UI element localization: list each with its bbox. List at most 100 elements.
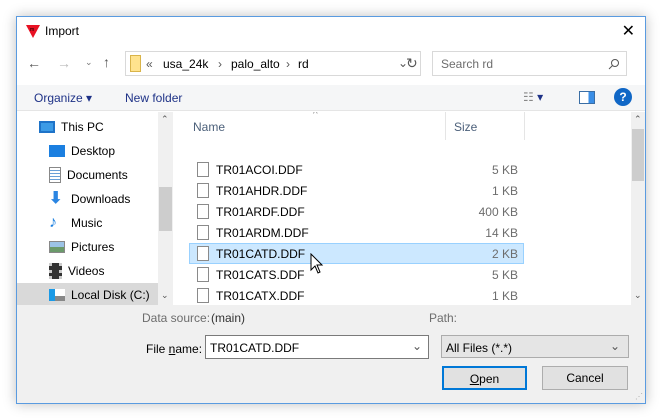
nav-label: Local Disk (C:) xyxy=(71,288,150,302)
path-label: Path: xyxy=(429,311,458,325)
file-row[interactable]: TR01AHDR.DDF 1 KB xyxy=(189,180,524,201)
file-type-value: All Files (*.*) xyxy=(446,341,513,355)
file-row[interactable]: TR01CATD.DDF 2 KB xyxy=(189,243,524,264)
file-name: TR01CATS.DDF xyxy=(216,267,305,282)
recent-locations-chevron-icon[interactable]: ⌄ xyxy=(85,57,93,68)
column-header-name[interactable]: Name xyxy=(175,112,446,140)
file-icon xyxy=(197,183,209,198)
file-name: TR01ACOI.DDF xyxy=(216,162,303,177)
organize-button[interactable]: Organize ▾ xyxy=(34,91,92,105)
nav-label: Documents xyxy=(67,168,128,182)
file-row[interactable]: TR01CATX.DDF 1 KB xyxy=(189,285,524,305)
cancel-button[interactable]: Cancel xyxy=(542,366,628,390)
nav-scrollbar[interactable]: ⌃ ⌄ xyxy=(158,112,173,305)
desktop-icon xyxy=(49,145,65,157)
documents-icon xyxy=(49,167,61,183)
window-title: Import xyxy=(45,24,80,38)
preview-pane-icon[interactable] xyxy=(579,91,595,104)
file-name: TR01CATX.DDF xyxy=(216,288,305,303)
nav-item-documents[interactable]: Documents xyxy=(17,163,158,187)
pc-icon xyxy=(39,121,55,133)
nav-item-pictures[interactable]: Pictures xyxy=(17,235,158,259)
crumb-palo-alto[interactable]: palo_alto xyxy=(231,57,280,71)
file-size: 400 KB xyxy=(478,204,518,219)
search-placeholder: Search rd xyxy=(441,57,494,71)
file-icon xyxy=(197,288,209,303)
file-size: 5 KB xyxy=(491,162,518,177)
forward-button[interactable]: → xyxy=(57,55,71,71)
file-size: 14 KB xyxy=(485,225,518,240)
file-row[interactable]: TR01ACOI.DDF 5 KB xyxy=(189,159,524,180)
pictures-icon xyxy=(49,241,65,253)
search-icon xyxy=(608,59,619,70)
file-name: TR01ARDF.DDF xyxy=(216,204,305,219)
resize-grip-icon[interactable]: ⋰ xyxy=(635,392,643,401)
file-icon xyxy=(197,204,209,219)
file-name-dropdown-icon[interactable]: ⌄ xyxy=(412,339,422,353)
file-name: TR01AHDR.DDF xyxy=(216,183,308,198)
app-logo-icon: m xyxy=(25,23,41,42)
open-button[interactable]: Open xyxy=(442,366,527,390)
nav-item-videos[interactable]: Videos xyxy=(17,259,158,283)
close-button[interactable]: ✕ xyxy=(622,21,635,41)
bottom-panel: Data source: (main) Path: File name: TR0… xyxy=(17,305,645,403)
music-icon: ♪ xyxy=(49,214,57,231)
data-source-value: (main) xyxy=(211,311,246,325)
nav-label: Pictures xyxy=(71,240,115,254)
file-icon xyxy=(197,267,209,282)
nav-label: Downloads xyxy=(71,192,131,206)
data-source-label: Data source: xyxy=(142,311,211,325)
nav-scrollbar-thumb[interactable] xyxy=(159,187,172,231)
file-list: ^ Name Size TR01ACOI.DDF 5 KB TR01AHDR.DDF… xyxy=(175,112,631,305)
file-name-input[interactable]: TR01CATD.DDF ⌄ xyxy=(205,335,429,359)
up-button[interactable]: ↑ xyxy=(103,54,110,70)
file-icon xyxy=(197,246,209,261)
nav-item-downloads[interactable]: ⬇ Downloads xyxy=(17,187,158,211)
videos-icon xyxy=(49,263,62,279)
import-dialog: m Import ✕ ← → ⌄ ↑ « usa_24k › palo_alto… xyxy=(16,16,646,404)
address-bar[interactable]: « usa_24k › palo_alto › rd ⌄ ↻ xyxy=(125,51,421,76)
back-button[interactable]: ← xyxy=(27,55,41,71)
file-list-scrollbar-thumb[interactable] xyxy=(632,129,644,181)
file-icon xyxy=(197,225,209,240)
help-icon[interactable]: ? xyxy=(614,88,632,106)
crumb-separator: › xyxy=(218,57,222,71)
nav-item-local-disk[interactable]: Local Disk (C:) xyxy=(17,283,158,305)
file-name-label: File name: xyxy=(146,342,203,356)
column-header-size[interactable]: Size xyxy=(447,112,525,140)
crumb-separator: › xyxy=(286,57,290,71)
new-folder-button[interactable]: New folder xyxy=(125,91,182,105)
file-list-scrollbar[interactable]: ⌃ ⌄ xyxy=(631,112,645,305)
downloads-icon: ⬇ xyxy=(49,190,63,207)
organize-label: Organize xyxy=(34,91,83,105)
crumb-usa-24k[interactable]: usa_24k xyxy=(163,57,208,71)
search-input[interactable]: Search rd xyxy=(432,51,627,76)
nav-label: Desktop xyxy=(71,144,116,158)
crumb-rd[interactable]: rd xyxy=(298,57,309,71)
navigation-pane: This PC Desktop Documents ⬇ Downloads ♪ Mu… xyxy=(17,112,173,305)
view-options-icon[interactable]: ☷ ▾ xyxy=(523,90,543,104)
file-row[interactable]: TR01ARDM.DDF 14 KB xyxy=(189,222,524,243)
file-size: 5 KB xyxy=(491,267,518,282)
svg-text:m: m xyxy=(30,27,34,33)
file-type-dropdown-icon: ⌄ xyxy=(609,339,620,353)
toolbar: Organize ▾ New folder ☷ ▾ ? xyxy=(17,85,645,111)
file-size: 1 KB xyxy=(491,183,518,198)
file-size: 1 KB xyxy=(491,288,518,303)
overflow-crumb[interactable]: « xyxy=(146,57,153,71)
nav-item-music[interactable]: ♪ Music xyxy=(17,211,158,235)
file-type-select[interactable]: All Files (*.*) ⌄ xyxy=(441,335,629,358)
file-row[interactable]: TR01ARDF.DDF 400 KB xyxy=(189,201,524,222)
file-name: TR01ARDM.DDF xyxy=(216,225,309,240)
disk-icon xyxy=(49,289,65,301)
nav-label: Music xyxy=(71,216,103,230)
nav-label: This PC xyxy=(61,120,104,134)
file-name-value: TR01CATD.DDF xyxy=(210,341,300,355)
nav-item-this-pc[interactable]: This PC xyxy=(17,115,158,139)
file-row[interactable]: TR01CATS.DDF 5 KB xyxy=(189,264,524,285)
folder-icon xyxy=(130,55,141,72)
file-size: 2 KB xyxy=(491,246,518,261)
nav-item-desktop[interactable]: Desktop xyxy=(17,139,158,163)
refresh-icon[interactable]: ↻ xyxy=(406,55,418,72)
file-name: TR01CATD.DDF xyxy=(216,246,306,261)
